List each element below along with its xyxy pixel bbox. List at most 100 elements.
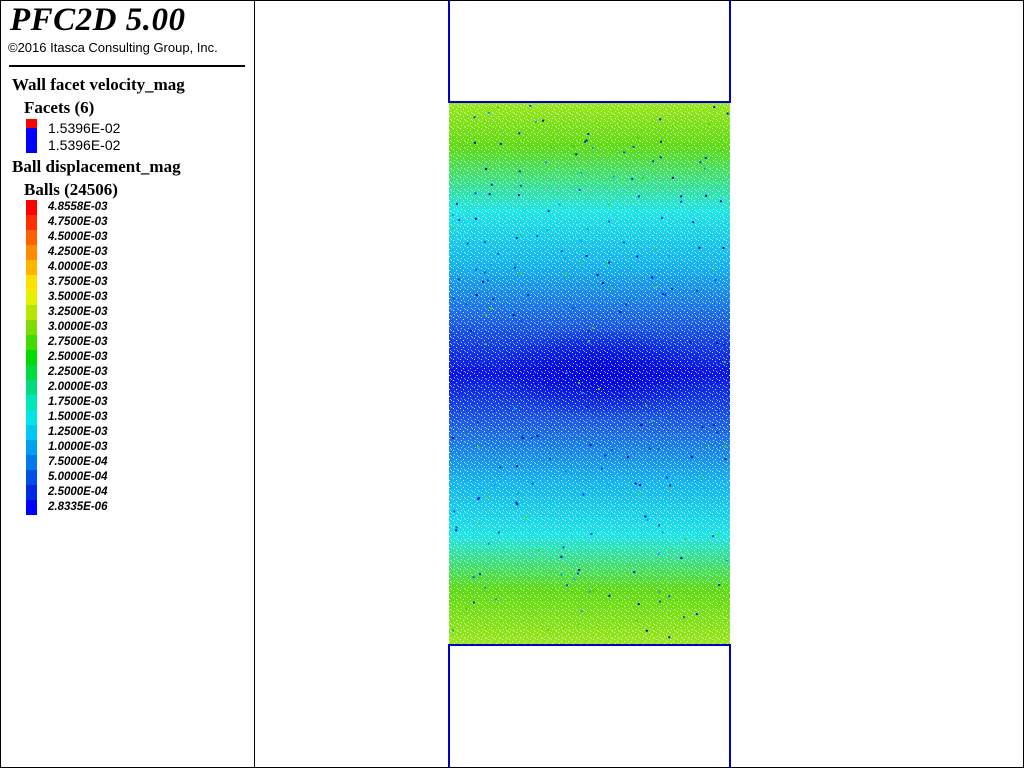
ball-speck [487, 542, 490, 545]
ball-speck [578, 381, 580, 384]
ball-speck [699, 402, 702, 404]
ball-scale-label: 4.5000E-03 [48, 231, 108, 243]
ball-speck [499, 466, 502, 469]
ball-speck [456, 202, 458, 205]
ball-speck [487, 111, 490, 114]
ball-speck [724, 445, 727, 448]
ball-speck [478, 497, 480, 500]
ball-speck [715, 380, 718, 383]
ball-speck [726, 112, 729, 115]
ball-speck [486, 279, 489, 282]
ball-speck [712, 535, 715, 538]
ball-scale-swatch [26, 320, 37, 335]
ball-speck [636, 255, 639, 258]
bottom-platen [448, 644, 731, 767]
ball-speck [549, 321, 552, 324]
ball-speck [658, 590, 661, 593]
ball-assembly [449, 103, 730, 644]
ball-speck [587, 132, 590, 135]
ball-speck [666, 476, 669, 479]
ball-speck [661, 531, 664, 534]
ball-speck [572, 152, 575, 155]
ball-speck [531, 482, 534, 485]
ball-speck [608, 220, 611, 223]
ball-speck [716, 342, 719, 344]
ball-speck [514, 263, 517, 266]
ball-speck [695, 613, 698, 616]
ball-speck [572, 307, 575, 310]
ball-speck [485, 314, 488, 317]
ball-speck [478, 573, 481, 576]
ball-speck [623, 151, 626, 154]
ball-speck [657, 448, 660, 451]
ball-speck [529, 105, 532, 107]
ball-speck [481, 361, 484, 364]
ball-speck [671, 176, 674, 179]
ball-speck [651, 276, 654, 279]
ball-speck [610, 449, 613, 451]
ball-speck [648, 447, 651, 450]
ball-speck [606, 483, 609, 486]
ball-speck [547, 384, 550, 387]
ball-speck [520, 320, 523, 323]
ball-speck [521, 437, 524, 439]
ball-speck [590, 533, 593, 535]
ball-speck [588, 329, 590, 332]
ball-speck [492, 298, 494, 301]
ball-speck [655, 349, 658, 352]
ball-scale-label: 1.2500E-03 [48, 426, 108, 438]
ball-speck [586, 228, 589, 231]
ball-speck [498, 367, 501, 369]
ball-speck [606, 263, 608, 266]
ball-speck [633, 368, 636, 371]
ball-speck [684, 538, 687, 541]
ball-speck [723, 361, 726, 364]
ball-speck [703, 167, 706, 170]
ball-scale-label: 3.5000E-03 [48, 291, 108, 303]
ball-speck [519, 233, 522, 236]
ball-speck [611, 287, 613, 290]
ball-scale-label: 2.5000E-03 [48, 351, 108, 363]
ball-speck [699, 161, 702, 164]
ball-speck [515, 237, 518, 239]
ball-speck [613, 290, 616, 292]
ball-speck [605, 366, 608, 369]
ball-scale-label: 4.0000E-03 [48, 261, 108, 273]
ball-speck [631, 177, 634, 180]
ball-speck [472, 576, 475, 579]
ball-speck [497, 252, 500, 255]
ball-speck [620, 394, 623, 397]
ball-speck [475, 268, 478, 271]
ball-speck [718, 601, 721, 604]
ball-speck [510, 315, 513, 318]
ball-speck [669, 484, 672, 487]
ball-speck [725, 559, 728, 562]
ball-scale-label: 4.8558E-03 [48, 201, 108, 213]
ball-speck [451, 366, 453, 369]
ball-speck [565, 371, 568, 374]
ball-speck [717, 533, 720, 536]
ball-speck [664, 293, 667, 296]
ball-speck [513, 408, 516, 411]
ball-speck [632, 382, 635, 385]
ball-speck [695, 357, 697, 360]
ball-speck [644, 515, 647, 518]
ball-speck [701, 475, 703, 478]
ball-speck [592, 590, 595, 592]
ball-speck [712, 424, 715, 427]
ball-speck [458, 218, 461, 221]
ball-speck [473, 116, 476, 119]
ball-speck [582, 493, 585, 496]
ball-speck [637, 137, 639, 140]
ball-scale-label: 4.2500E-03 [48, 246, 108, 258]
ball-speck [612, 175, 615, 178]
ball-speck [638, 492, 641, 495]
ball-speck [645, 629, 648, 632]
ball-speck [680, 200, 683, 203]
ball-speck [608, 261, 611, 264]
facet-swatch-max [26, 119, 37, 128]
ball-speck [544, 161, 547, 164]
ball-speck [625, 303, 627, 306]
ball-scale-swatch [26, 470, 37, 485]
ball-scale-label: 7.5000E-04 [48, 456, 108, 468]
